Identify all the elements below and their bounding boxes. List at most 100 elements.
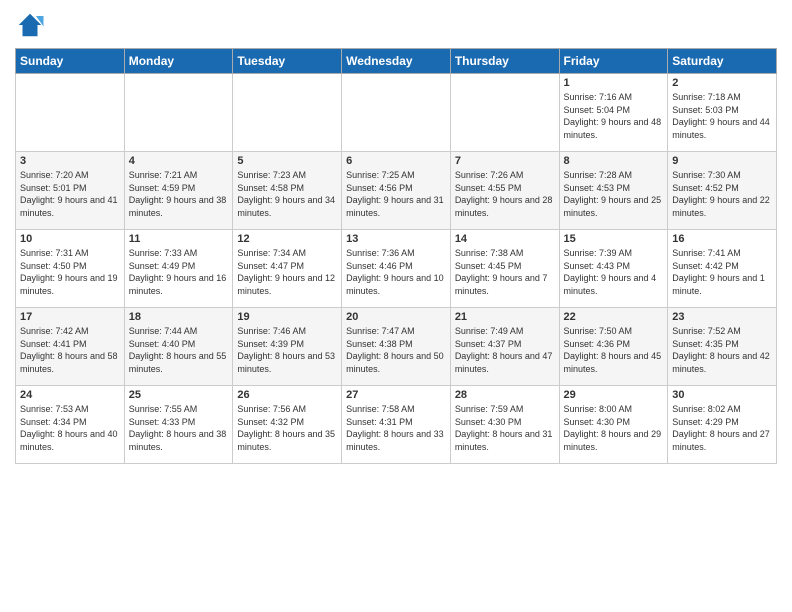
header-cell-friday: Friday (559, 49, 668, 74)
day-number: 4 (129, 155, 229, 167)
day-number: 14 (455, 233, 555, 245)
day-number: 2 (672, 77, 772, 89)
day-number: 25 (129, 389, 229, 401)
day-cell: 13Sunrise: 7:36 AM Sunset: 4:46 PM Dayli… (342, 230, 451, 308)
day-number: 24 (20, 389, 120, 401)
day-number: 11 (129, 233, 229, 245)
day-number: 16 (672, 233, 772, 245)
day-cell: 5Sunrise: 7:23 AM Sunset: 4:58 PM Daylig… (233, 152, 342, 230)
day-number: 26 (237, 389, 337, 401)
day-cell: 24 Sunrise: 7:53 AM Sunset: 4:34 PM Dayli… (16, 386, 125, 464)
week-row-2: 3 Sunrise: 7:20 AM Sunset: 5:01 PM Daylig… (16, 152, 777, 230)
day-cell: 15Sunrise: 7:39 AM Sunset: 4:43 PM Dayli… (559, 230, 668, 308)
day-info: Sunrise: 7:26 AM Sunset: 4:55 PM Dayligh… (455, 169, 555, 219)
page-container: SundayMondayTuesdayWednesdayThursdayFrid… (0, 0, 792, 469)
day-cell: 7Sunrise: 7:26 AM Sunset: 4:55 PM Daylig… (450, 152, 559, 230)
day-cell (450, 74, 559, 152)
day-number: 1 (564, 77, 664, 89)
logo-icon (15, 10, 45, 40)
day-cell (16, 74, 125, 152)
day-cell: 12Sunrise: 7:34 AM Sunset: 4:47 PM Dayli… (233, 230, 342, 308)
day-cell (233, 74, 342, 152)
day-info: Sunrise: 7:33 AM Sunset: 4:49 PM Dayligh… (129, 247, 229, 297)
day-info: Sunrise: 7:42 AM Sunset: 4:41 PM Dayligh… (20, 325, 120, 375)
day-cell: 27 Sunrise: 7:58 AM Sunset: 4:31 PM Dayli… (342, 386, 451, 464)
day-cell: 20 Sunrise: 7:47 AM Sunset: 4:38 PM Dayli… (342, 308, 451, 386)
week-row-4: 17 Sunrise: 7:42 AM Sunset: 4:41 PM Dayli… (16, 308, 777, 386)
day-number: 22 (564, 311, 664, 323)
day-info: Sunrise: 7:46 AM Sunset: 4:39 PM Dayligh… (237, 325, 337, 375)
day-cell: 4Sunrise: 7:21 AM Sunset: 4:59 PM Daylig… (124, 152, 233, 230)
day-number: 18 (129, 311, 229, 323)
day-number: 23 (672, 311, 772, 323)
day-info: Sunrise: 7:41 AM Sunset: 4:42 PM Dayligh… (672, 247, 772, 297)
day-info: Sunrise: 7:52 AM Sunset: 4:35 PM Dayligh… (672, 325, 772, 375)
day-cell: 30 Sunrise: 8:02 AM Sunset: 4:29 PM Dayli… (668, 386, 777, 464)
day-number: 12 (237, 233, 337, 245)
day-cell: 3 Sunrise: 7:20 AM Sunset: 5:01 PM Daylig… (16, 152, 125, 230)
day-number: 27 (346, 389, 446, 401)
day-number: 10 (20, 233, 120, 245)
day-cell: 17 Sunrise: 7:42 AM Sunset: 4:41 PM Dayli… (16, 308, 125, 386)
week-row-1: 1 Sunrise: 7:16 AM Sunset: 5:04 PM Daylig… (16, 74, 777, 152)
day-info: Sunrise: 7:39 AM Sunset: 4:43 PM Dayligh… (564, 247, 664, 297)
day-info: Sunrise: 7:20 AM Sunset: 5:01 PM Dayligh… (20, 169, 120, 219)
day-cell: 21 Sunrise: 7:49 AM Sunset: 4:37 PM Dayli… (450, 308, 559, 386)
day-cell: 19 Sunrise: 7:46 AM Sunset: 4:39 PM Dayli… (233, 308, 342, 386)
day-info: Sunrise: 7:44 AM Sunset: 4:40 PM Dayligh… (129, 325, 229, 375)
day-info: Sunrise: 7:28 AM Sunset: 4:53 PM Dayligh… (564, 169, 664, 219)
day-info: Sunrise: 7:56 AM Sunset: 4:32 PM Dayligh… (237, 403, 337, 453)
day-info: Sunrise: 8:02 AM Sunset: 4:29 PM Dayligh… (672, 403, 772, 453)
day-info: Sunrise: 7:38 AM Sunset: 4:45 PM Dayligh… (455, 247, 555, 297)
header-cell-saturday: Saturday (668, 49, 777, 74)
day-info: Sunrise: 7:18 AM Sunset: 5:03 PM Dayligh… (672, 91, 772, 141)
day-cell: 25 Sunrise: 7:55 AM Sunset: 4:33 PM Dayli… (124, 386, 233, 464)
calendar-header: SundayMondayTuesdayWednesdayThursdayFrid… (16, 49, 777, 74)
day-cell: 26 Sunrise: 7:56 AM Sunset: 4:32 PM Dayli… (233, 386, 342, 464)
header (15, 10, 777, 40)
day-number: 20 (346, 311, 446, 323)
day-cell: 16 Sunrise: 7:41 AM Sunset: 4:42 PM Dayli… (668, 230, 777, 308)
day-info: Sunrise: 7:55 AM Sunset: 4:33 PM Dayligh… (129, 403, 229, 453)
day-number: 28 (455, 389, 555, 401)
day-cell: 14 Sunrise: 7:38 AM Sunset: 4:45 PM Dayli… (450, 230, 559, 308)
day-info: Sunrise: 7:30 AM Sunset: 4:52 PM Dayligh… (672, 169, 772, 219)
day-cell (342, 74, 451, 152)
day-number: 3 (20, 155, 120, 167)
day-number: 6 (346, 155, 446, 167)
day-info: Sunrise: 7:50 AM Sunset: 4:36 PM Dayligh… (564, 325, 664, 375)
day-info: Sunrise: 7:49 AM Sunset: 4:37 PM Dayligh… (455, 325, 555, 375)
day-info: Sunrise: 7:25 AM Sunset: 4:56 PM Dayligh… (346, 169, 446, 219)
day-info: Sunrise: 7:16 AM Sunset: 5:04 PM Dayligh… (564, 91, 664, 141)
header-cell-wednesday: Wednesday (342, 49, 451, 74)
day-number: 29 (564, 389, 664, 401)
header-row: SundayMondayTuesdayWednesdayThursdayFrid… (16, 49, 777, 74)
header-cell-sunday: Sunday (16, 49, 125, 74)
day-number: 19 (237, 311, 337, 323)
day-info: Sunrise: 7:23 AM Sunset: 4:58 PM Dayligh… (237, 169, 337, 219)
day-number: 30 (672, 389, 772, 401)
day-cell: 23 Sunrise: 7:52 AM Sunset: 4:35 PM Dayli… (668, 308, 777, 386)
day-cell: 22 Sunrise: 7:50 AM Sunset: 4:36 PM Dayli… (559, 308, 668, 386)
day-info: Sunrise: 7:58 AM Sunset: 4:31 PM Dayligh… (346, 403, 446, 453)
header-cell-monday: Monday (124, 49, 233, 74)
day-number: 21 (455, 311, 555, 323)
day-info: Sunrise: 7:53 AM Sunset: 4:34 PM Dayligh… (20, 403, 120, 453)
header-cell-thursday: Thursday (450, 49, 559, 74)
day-cell: 1 Sunrise: 7:16 AM Sunset: 5:04 PM Daylig… (559, 74, 668, 152)
calendar-table: SundayMondayTuesdayWednesdayThursdayFrid… (15, 48, 777, 464)
day-info: Sunrise: 8:00 AM Sunset: 4:30 PM Dayligh… (564, 403, 664, 453)
week-row-5: 24 Sunrise: 7:53 AM Sunset: 4:34 PM Dayli… (16, 386, 777, 464)
day-cell: 2 Sunrise: 7:18 AM Sunset: 5:03 PM Daylig… (668, 74, 777, 152)
header-cell-tuesday: Tuesday (233, 49, 342, 74)
day-cell: 28 Sunrise: 7:59 AM Sunset: 4:30 PM Dayli… (450, 386, 559, 464)
logo (15, 10, 49, 40)
day-info: Sunrise: 7:47 AM Sunset: 4:38 PM Dayligh… (346, 325, 446, 375)
day-number: 8 (564, 155, 664, 167)
day-number: 17 (20, 311, 120, 323)
day-info: Sunrise: 7:36 AM Sunset: 4:46 PM Dayligh… (346, 247, 446, 297)
day-info: Sunrise: 7:59 AM Sunset: 4:30 PM Dayligh… (455, 403, 555, 453)
day-cell: 18 Sunrise: 7:44 AM Sunset: 4:40 PM Dayli… (124, 308, 233, 386)
day-cell: 9Sunrise: 7:30 AM Sunset: 4:52 PM Daylig… (668, 152, 777, 230)
day-cell: 10Sunrise: 7:31 AM Sunset: 4:50 PM Dayli… (16, 230, 125, 308)
